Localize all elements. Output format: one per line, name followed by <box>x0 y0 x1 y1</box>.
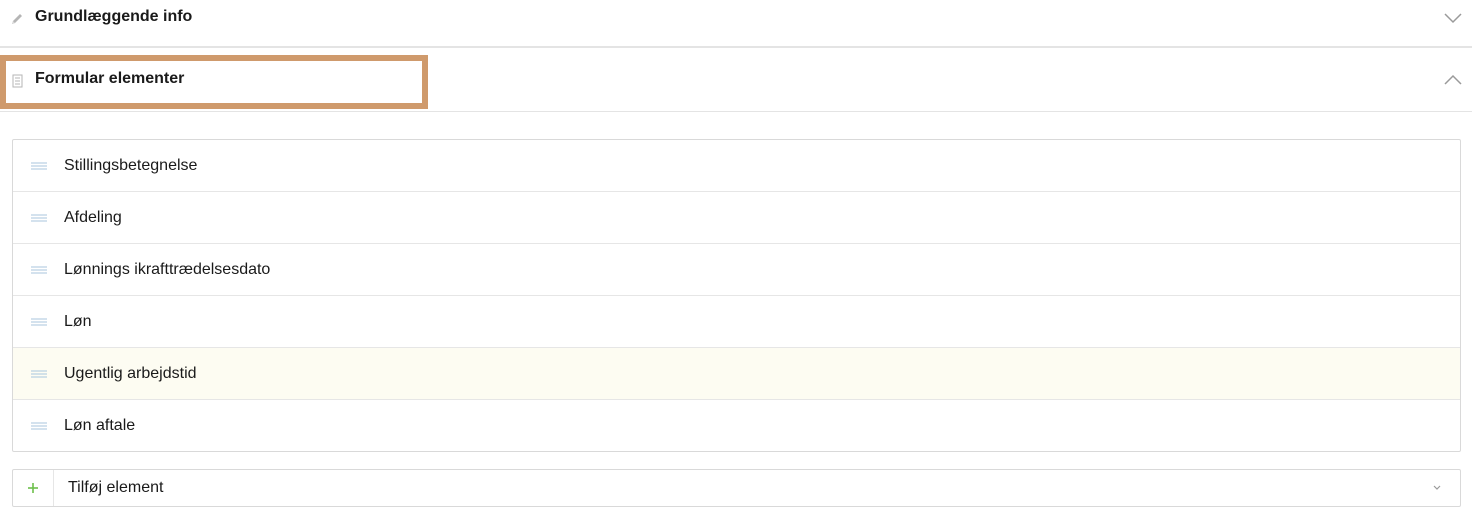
drag-handle-icon[interactable] <box>31 161 47 171</box>
list-item-label: Løn aftale <box>64 416 136 434</box>
list-item[interactable]: Løn <box>13 296 1460 348</box>
section-header-form-elements[interactable]: Formular elementer <box>0 50 1472 112</box>
document-icon <box>12 74 23 88</box>
list-item[interactable]: Løn aftale <box>13 400 1460 451</box>
list-item-label: Løn <box>64 312 92 330</box>
form-elements-list: Stillingsbetegnelse Afdeling Lønnings ik… <box>12 139 1461 452</box>
chevron-up-icon[interactable] <box>1444 74 1462 86</box>
section-header-basic-info[interactable]: Grundlæggende info <box>0 0 1472 48</box>
list-item[interactable]: Ugentlig arbejdstid <box>13 348 1460 400</box>
list-item-label: Lønnings ikrafttrædelsesdato <box>64 260 271 278</box>
add-element-select[interactable]: Tilføj element <box>12 469 1461 507</box>
drag-handle-icon[interactable] <box>31 421 47 431</box>
chevron-down-icon[interactable] <box>1432 484 1442 492</box>
drag-handle-icon[interactable] <box>31 369 47 379</box>
drag-handle-icon[interactable] <box>31 213 47 223</box>
list-item[interactable]: Lønnings ikrafttrædelsesdato <box>13 244 1460 296</box>
chevron-down-icon[interactable] <box>1444 12 1462 24</box>
section-title-form-elements: Formular elementer <box>35 70 185 87</box>
list-item-label: Afdeling <box>64 208 122 226</box>
list-item-label: Stillingsbetegnelse <box>64 156 198 174</box>
list-item[interactable]: Stillingsbetegnelse <box>13 140 1460 192</box>
list-item[interactable]: Afdeling <box>13 192 1460 244</box>
add-element-label: Tilføj element <box>68 479 164 496</box>
list-item-label: Ugentlig arbejdstid <box>64 364 197 382</box>
drag-handle-icon[interactable] <box>31 265 47 275</box>
pencil-icon <box>12 14 22 24</box>
plus-icon[interactable] <box>13 470 54 506</box>
section-title-basic-info: Grundlæggende info <box>35 8 193 25</box>
drag-handle-icon[interactable] <box>31 317 47 327</box>
